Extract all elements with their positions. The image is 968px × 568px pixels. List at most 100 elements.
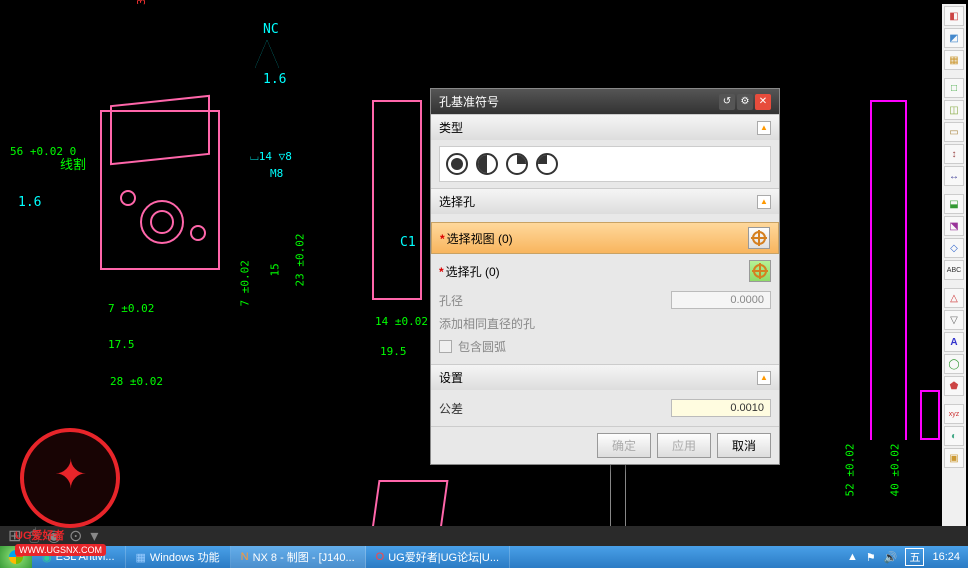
tool-icon-2[interactable]: ◩ — [944, 28, 964, 48]
section-settings: 设置 ▲ 公差 — [431, 364, 779, 426]
tray-flag-icon[interactable]: ⚑ — [866, 551, 876, 564]
tool-icon-4[interactable]: □ — [944, 78, 964, 98]
section-settings-label: 设置 — [439, 369, 463, 386]
tool-icon-1[interactable]: ◧ — [944, 6, 964, 26]
target-icon — [752, 231, 766, 245]
include-arcs-checkbox[interactable] — [439, 340, 452, 353]
dim-23: 23 ±0.02 — [294, 234, 307, 287]
cad-circle-2 — [120, 190, 136, 206]
task-item-browser[interactable]: O UG爱好者|UG论坛|U... — [366, 546, 510, 568]
ok-button[interactable]: 确定 — [597, 433, 651, 458]
tool-icon-14[interactable]: ◯ — [944, 354, 964, 374]
tray-clock[interactable]: 16:24 — [932, 551, 960, 563]
dim-28: 28 ±0.02 — [110, 375, 163, 388]
tool-xyz-icon[interactable]: xyz — [944, 404, 964, 424]
section-select-label: 选择孔 — [439, 193, 475, 210]
task-item-nx[interactable]: N NX 8 - 制图 - [J140... — [231, 546, 366, 568]
task-label-3: NX 8 - 制图 - [J140... — [253, 549, 355, 565]
tool-icon-15[interactable]: ⬟ — [944, 376, 964, 396]
task-item-windows[interactable]: ▦ Windows 功能 — [126, 546, 231, 568]
nx-icon: N — [241, 551, 249, 563]
dim-3-09: 3 0+0.9 — [135, 0, 148, 5]
dialog-close-icon[interactable]: ✕ — [755, 94, 771, 110]
tool-abc-icon[interactable]: ABC — [944, 260, 964, 280]
dim-40: 40 ±0.02 — [889, 444, 902, 497]
tool-icon-8[interactable]: ↔ — [944, 166, 964, 186]
dim-52: 52 ±0.02 — [844, 444, 857, 497]
tray-volume-icon[interactable]: 🔊 — [884, 551, 898, 564]
watermark-logo: ✦ UG爱好者 WWW.UGSNX.COM — [20, 428, 130, 538]
chevron-up-icon[interactable]: ▲ — [757, 121, 771, 135]
section-type-label: 类型 — [439, 119, 463, 136]
tool-icon-17[interactable]: ▣ — [944, 448, 964, 468]
tolerance-label: 公差 — [439, 400, 463, 417]
datum-type-half-icon[interactable] — [476, 153, 498, 175]
label-c1: C1 — [400, 235, 416, 250]
select-hole-row[interactable]: *选择孔 (0) — [431, 256, 779, 286]
tray-chevron-icon[interactable]: ▲ — [847, 551, 858, 563]
dialog-titlebar[interactable]: 孔基准符号 ↺ ⚙ ✕ — [431, 89, 779, 114]
dim-7v: 7 ±0.02 — [239, 260, 252, 306]
cad-line-r4 — [920, 390, 940, 440]
dim-56: 56 +0.02 0 — [10, 145, 76, 158]
tool-icon-12[interactable]: △ — [944, 288, 964, 308]
datum-type-quarter2-icon[interactable] — [536, 153, 558, 175]
tool-icon-9[interactable]: ⬓ — [944, 194, 964, 214]
add-same-dia-row: 添加相同直径的孔 — [439, 312, 771, 335]
label-1-6a: 1.6 — [263, 72, 286, 87]
section-settings-header[interactable]: 设置 ▲ — [431, 365, 779, 390]
tray-ime-indicator[interactable]: 五 — [905, 548, 924, 566]
tolerance-field: 公差 — [439, 396, 771, 420]
label-1-6b: 1.6 — [18, 195, 41, 210]
cancel-button[interactable]: 取消 — [717, 433, 771, 458]
cad-line-r1 — [870, 100, 906, 102]
chevron-up-icon[interactable]: ▲ — [757, 195, 771, 209]
label-nc: NC — [263, 22, 279, 37]
dialog-settings-icon[interactable]: ⚙ — [737, 94, 753, 110]
label-m8depth: ⌴14 ▽8 — [250, 150, 292, 164]
system-tray: ▲ ⚑ 🔊 五 16:24 — [839, 546, 968, 568]
section-select-header[interactable]: 选择孔 ▲ — [431, 189, 779, 214]
select-view-row[interactable]: *选择视图 (0) — [431, 222, 779, 254]
required-asterisk: * — [440, 232, 445, 246]
chevron-up-icon[interactable]: ▲ — [757, 371, 771, 385]
surface-finish-1 — [255, 40, 279, 68]
status-bar: ⊞ 🖱 ◉ ⊙ ▾ — [0, 526, 968, 546]
dim-7: 7 ±0.02 — [108, 302, 154, 315]
logo-person-icon: ✦ — [54, 452, 88, 498]
control-panel-icon: ▦ — [136, 551, 146, 564]
opera-icon: O — [376, 551, 385, 563]
tool-a-icon[interactable]: A — [944, 332, 964, 352]
diameter-field: 孔径 — [439, 288, 771, 312]
datum-type-quarter1-icon[interactable] — [506, 153, 528, 175]
tool-icon-3[interactable]: ▦ — [944, 50, 964, 70]
tool-icon-13[interactable]: ▽ — [944, 310, 964, 330]
apply-button[interactable]: 应用 — [657, 433, 711, 458]
tool-icon-5[interactable]: ◫ — [944, 100, 964, 120]
tolerance-input[interactable] — [671, 399, 771, 417]
task-label-2: Windows 功能 — [150, 549, 220, 565]
hole-datum-dialog: 孔基准符号 ↺ ⚙ ✕ 类型 ▲ 选择孔 ▲ *选择视图 (0) — [430, 88, 780, 465]
dim-175: 17.5 — [108, 338, 135, 351]
select-hole-button[interactable] — [749, 260, 771, 282]
dim-195: 19.5 — [380, 345, 407, 358]
select-hole-label: 选择孔 (0) — [446, 265, 500, 279]
include-arcs-label: 包含圆弧 — [458, 338, 506, 355]
select-view-button[interactable] — [748, 227, 770, 249]
cad-part-1-top — [110, 95, 210, 166]
cad-part-3 — [371, 480, 448, 530]
cad-circle-3 — [190, 225, 206, 241]
tool-icon-10[interactable]: ⬔ — [944, 216, 964, 236]
cad-line-r3 — [905, 100, 907, 440]
section-type-header[interactable]: 类型 ▲ — [431, 115, 779, 140]
include-arcs-row[interactable]: 包含圆弧 — [439, 335, 771, 358]
label-m8: M8 — [270, 167, 283, 180]
tool-icon-6[interactable]: ▭ — [944, 122, 964, 142]
datum-type-full-icon[interactable] — [446, 153, 468, 175]
tool-icon-7[interactable]: ↕ — [944, 144, 964, 164]
dialog-footer: 确定 应用 取消 — [431, 426, 779, 464]
diameter-input[interactable] — [671, 291, 771, 309]
tool-icon-16[interactable]: ◐ — [944, 426, 964, 446]
dialog-reset-icon[interactable]: ↺ — [719, 94, 735, 110]
tool-icon-11[interactable]: ◇ — [944, 238, 964, 258]
